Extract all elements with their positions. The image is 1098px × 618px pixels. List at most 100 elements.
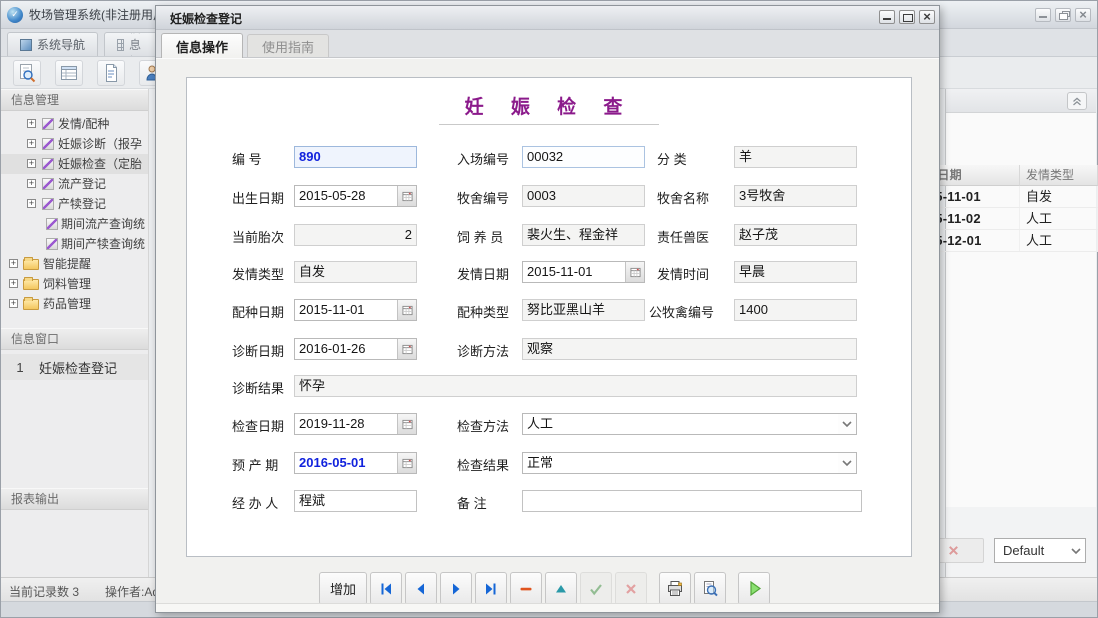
- tree-item-pregnancy-check[interactable]: + 妊娠检查（定胎: [1, 154, 148, 174]
- main-window-controls: [1035, 8, 1091, 22]
- expand-icon[interactable]: +: [27, 139, 36, 148]
- field-category[interactable]: 羊: [734, 146, 857, 168]
- tool-icon: [42, 198, 54, 210]
- collapse-panel-button[interactable]: [1067, 92, 1087, 110]
- close-button[interactable]: [1075, 8, 1091, 22]
- minimize-button[interactable]: [879, 10, 895, 24]
- chevron-down-icon[interactable]: [838, 453, 856, 473]
- add-button[interactable]: 增加: [319, 572, 367, 605]
- label-diagnosis-result: 诊断结果: [232, 378, 284, 397]
- section-info-window: 信息窗口: [1, 328, 148, 350]
- field-barn-code[interactable]: 0003: [522, 185, 645, 207]
- field-vet[interactable]: 赵子茂: [734, 224, 857, 246]
- field-remark[interactable]: [522, 490, 862, 512]
- form-panel: 妊 娠 检 查 编 号 890 入场编号 00032 分 类 羊 出生日期 20…: [186, 77, 912, 557]
- expand-icon[interactable]: +: [27, 179, 36, 188]
- calendar-icon[interactable]: [397, 414, 416, 434]
- field-breeding-type[interactable]: 努比亚黑山羊: [522, 299, 645, 321]
- tab-system-nav[interactable]: 系统导航: [7, 32, 98, 56]
- field-entry-code[interactable]: 00032: [522, 146, 645, 168]
- tab-info-ops[interactable]: 信息操: [104, 32, 162, 56]
- chevron-down-icon[interactable]: [838, 414, 856, 434]
- tree-item-estrus-breeding[interactable]: + 发情/配种: [1, 114, 148, 134]
- label-remark: 备 注: [457, 493, 487, 512]
- tree-folder-medicine-management[interactable]: + 药品管理: [1, 294, 148, 314]
- right-panel: 发情日期 发情类型 2015-11-01 自发 2015-11-02 人工 20…: [945, 89, 1096, 577]
- field-diagnosis-method[interactable]: 观察: [522, 338, 857, 360]
- print-button[interactable]: [659, 572, 691, 605]
- search-document-button[interactable]: [13, 60, 41, 86]
- dialog-tab-bar: 信息操作 使用指南: [156, 30, 939, 58]
- calendar-icon[interactable]: [397, 339, 416, 359]
- field-diagnosis-date[interactable]: 2016-01-26: [294, 338, 417, 360]
- field-breeding-date[interactable]: 2015-11-01: [294, 299, 417, 321]
- field-parity[interactable]: 2: [294, 224, 417, 246]
- tab-user-guide[interactable]: 使用指南: [247, 34, 329, 57]
- tree-item-abortion-register[interactable]: + 流产登记: [1, 174, 148, 194]
- prev-record-button[interactable]: [405, 572, 437, 605]
- restore-button[interactable]: [1055, 8, 1071, 22]
- print-preview-button[interactable]: [694, 572, 726, 605]
- field-check-method[interactable]: 人工: [522, 413, 857, 435]
- first-record-icon: [378, 581, 394, 597]
- tree-item-calving-stats[interactable]: 期间产犊查询统: [1, 234, 148, 254]
- field-feeder[interactable]: 裴火生、程金祥: [522, 224, 645, 246]
- tree-folder-smart-reminder[interactable]: + 智能提醒: [1, 254, 148, 274]
- x-icon: [947, 544, 960, 557]
- delete-record-button[interactable]: [510, 572, 542, 605]
- profile-combo[interactable]: Default: [994, 538, 1086, 563]
- tree-item-abortion-stats[interactable]: 期间流产查询统: [1, 214, 148, 234]
- tree-folder-feed-management[interactable]: + 饲料管理: [1, 274, 148, 294]
- expand-icon[interactable]: +: [27, 199, 36, 208]
- label-due-date: 预 产 期: [232, 455, 278, 474]
- label-diagnosis-date: 诊断日期: [232, 341, 284, 360]
- field-estrus-time[interactable]: 早晨: [734, 261, 857, 283]
- expand-icon[interactable]: +: [27, 159, 36, 168]
- minimize-button[interactable]: [1035, 8, 1051, 22]
- maximize-button[interactable]: [899, 10, 915, 24]
- field-check-result[interactable]: 正常: [522, 452, 857, 474]
- report-form-button[interactable]: [55, 60, 83, 86]
- expand-icon[interactable]: +: [9, 299, 18, 308]
- play-icon: [746, 580, 763, 597]
- calendar-icon[interactable]: [397, 300, 416, 320]
- field-birth-date[interactable]: 2015-05-28: [294, 185, 417, 207]
- info-window-row[interactable]: 1 妊娠检查登记: [1, 354, 148, 380]
- field-estrus-type[interactable]: 自发: [294, 261, 417, 283]
- calendar-icon[interactable]: [625, 262, 644, 282]
- calendar-icon[interactable]: [397, 453, 416, 473]
- document-icon: [101, 63, 121, 83]
- expand-icon[interactable]: +: [9, 279, 18, 288]
- document-button[interactable]: [97, 60, 125, 86]
- expand-icon[interactable]: +: [27, 119, 36, 128]
- calendar-icon[interactable]: [397, 186, 416, 206]
- label-breeding-type: 配种类型: [457, 302, 509, 321]
- edit-record-button[interactable]: [545, 572, 577, 605]
- dialog-titlebar[interactable]: 妊娠检查登记: [156, 6, 939, 30]
- post-record-button[interactable]: [580, 572, 612, 605]
- tree-item-pregnancy-diagnosis[interactable]: + 妊娠诊断（报孕: [1, 134, 148, 154]
- field-estrus-date[interactable]: 2015-11-01: [522, 261, 645, 283]
- field-barn-name[interactable]: 3号牧舍: [734, 185, 857, 207]
- section-report-output: 报表输出: [1, 488, 148, 510]
- label-vet: 责任兽医: [657, 227, 709, 246]
- field-handler[interactable]: 程斌: [294, 490, 417, 512]
- tab-info-operation[interactable]: 信息操作: [161, 33, 243, 58]
- field-sire-code[interactable]: 1400: [734, 299, 857, 321]
- field-check-date[interactable]: 2019-11-28: [294, 413, 417, 435]
- field-diagnosis-result[interactable]: 怀孕: [294, 375, 857, 397]
- execute-button[interactable]: [738, 572, 770, 605]
- sidebar: 信息管理 + 发情/配种 + 妊娠诊断（报孕 + 妊娠检查（定胎 + 流产登记: [1, 89, 149, 577]
- last-record-button[interactable]: [475, 572, 507, 605]
- search-document-icon: [17, 63, 37, 83]
- close-button[interactable]: [919, 10, 935, 24]
- field-due-date[interactable]: 2016-05-01: [294, 452, 417, 474]
- next-record-button[interactable]: [440, 572, 472, 605]
- column-header-estrus-type[interactable]: 发情类型: [1020, 165, 1098, 186]
- field-code[interactable]: 890: [294, 146, 417, 168]
- expand-icon[interactable]: +: [9, 259, 18, 268]
- cancel-record-button[interactable]: [615, 572, 647, 605]
- tree-item-calving-register[interactable]: + 产犊登记: [1, 194, 148, 214]
- first-record-button[interactable]: [370, 572, 402, 605]
- window-square-icon: [20, 39, 32, 51]
